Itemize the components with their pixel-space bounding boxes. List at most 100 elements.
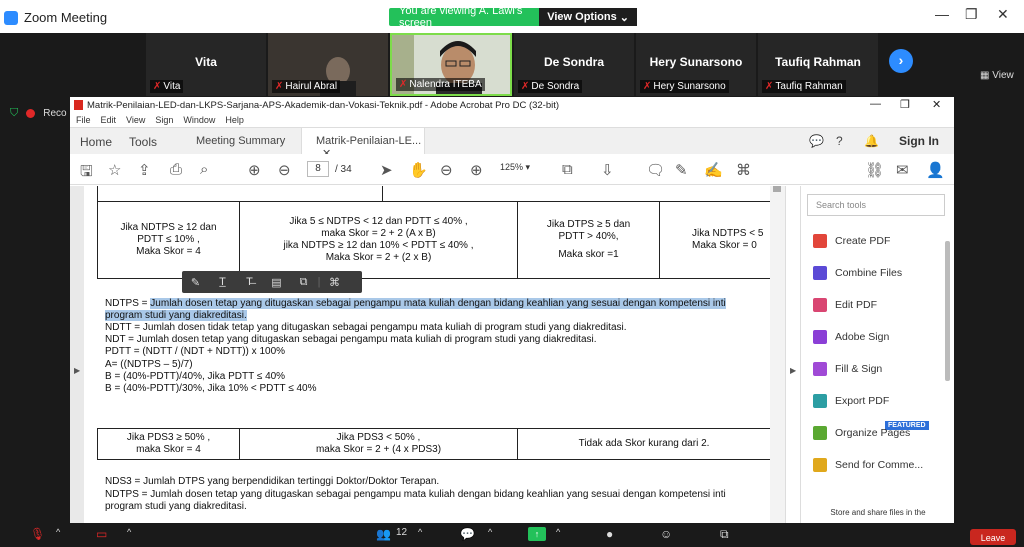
tool-edit-pdf[interactable]: Edit PDF	[813, 298, 877, 312]
close-icon[interactable]: ✕	[932, 98, 941, 111]
video-tile[interactable]: De Sondra ✗ De Sondra	[514, 33, 634, 96]
chevron-up-icon[interactable]: ^	[56, 527, 60, 537]
caret-right-icon: ▶	[790, 366, 797, 375]
menu-view[interactable]: View	[126, 115, 145, 125]
record-button-icon[interactable]: ●	[606, 527, 613, 541]
fit-page-icon[interactable]: ⧉	[562, 161, 573, 178]
scroll-mode-icon[interactable]: ⇩	[601, 161, 614, 179]
chevron-down-icon: ▾	[525, 162, 531, 172]
video-tile[interactable]: Hery Sunarsono ✗ Hery Sunarsono	[636, 33, 756, 96]
copy-icon[interactable]: ⧉	[290, 276, 317, 289]
mail-icon[interactable]: ✉	[896, 161, 909, 179]
menu-edit[interactable]: Edit	[101, 115, 117, 125]
more-tools-icon[interactable]: ⌘	[321, 276, 348, 289]
chevron-up-icon[interactable]: ^	[488, 527, 492, 537]
tool-fill-sign[interactable]: Fill & Sign	[813, 362, 882, 376]
print-icon[interactable]: ⎙	[170, 161, 182, 178]
page-down-icon[interactable]: ⊖	[278, 161, 291, 179]
zoom-search-icon[interactable]: ⌕	[200, 161, 208, 178]
page-up-icon[interactable]: ⊕	[248, 161, 261, 179]
replace-text-icon[interactable]: ▤	[263, 276, 290, 289]
sign-pen-icon[interactable]: ✍	[704, 161, 723, 179]
share-screen-button[interactable]: ↑	[528, 527, 546, 541]
scrollbar-thumb[interactable]	[773, 186, 781, 192]
view-options-button[interactable]: View Options ⌄	[539, 8, 637, 26]
link-icon[interactable]: ⛓	[865, 161, 884, 179]
table-cell: Jika PDS3 < 50% , maka Skor = 2 + (4 x P…	[239, 428, 518, 460]
add-user-icon[interactable]: 👤	[926, 161, 945, 179]
participant-label: ✗ Vita	[150, 80, 184, 93]
left-panel-toggle[interactable]: ▶	[70, 186, 84, 523]
tool-export-pdf[interactable]: Export PDF	[813, 394, 889, 408]
menu-help[interactable]: Help	[225, 115, 244, 125]
apps-icon[interactable]: ⧉	[720, 527, 729, 542]
document-scrollbar[interactable]	[770, 186, 785, 523]
chat-icon[interactable]: 💬	[460, 527, 475, 541]
video-tile[interactable]: Taufiq Rahman ✗ Taufiq Rahman	[758, 33, 878, 96]
tool-organize-pages[interactable]: Organize Pages	[813, 426, 910, 440]
select-cursor-icon[interactable]: ➤	[380, 161, 393, 179]
hand-tool-icon[interactable]: ✋	[409, 161, 428, 179]
reactions-icon[interactable]: ☺	[660, 527, 672, 541]
leave-button[interactable]: Leave	[970, 529, 1016, 545]
menu-file[interactable]: File	[76, 115, 91, 125]
tab-home[interactable]: Home	[80, 135, 112, 149]
view-button[interactable]: ▦ View	[980, 70, 1014, 81]
restore-icon[interactable]: ❐	[900, 98, 910, 111]
minimize-icon[interactable]: —	[870, 98, 881, 110]
highlight-pen-icon[interactable]: ✎	[182, 276, 209, 289]
zoom-out-icon[interactable]: ⊖	[440, 161, 453, 179]
mic-muted-icon: ✗	[153, 81, 162, 92]
search-tools-input[interactable]: Search tools	[807, 194, 945, 216]
tool-send-for-comments[interactable]: Send for Comme...	[813, 458, 923, 472]
text-underline-icon[interactable]: T̲	[209, 276, 236, 288]
video-tile[interactable]: Vita ✗ Vita	[146, 33, 266, 96]
video-off-icon[interactable]: ▭	[96, 527, 107, 541]
stamp-tag-icon[interactable]: ⌘	[736, 161, 751, 179]
selected-text[interactable]: program studi yang diakreditasi.	[105, 310, 247, 321]
restore-icon[interactable]: ❐	[965, 6, 978, 23]
cell-line: Jika DTPS ≥ 5 dan	[546, 219, 631, 230]
paragraph-line: program studi yang diakreditasi.	[105, 310, 247, 322]
participants-icon[interactable]: 👥	[376, 527, 391, 541]
tool-adobe-sign[interactable]: Adobe Sign	[813, 330, 889, 344]
right-panel-toggle[interactable]: ▶	[785, 186, 800, 523]
close-icon[interactable]: ✕	[997, 6, 1009, 23]
zoom-in-icon[interactable]: ⊕	[470, 161, 483, 179]
gallery-next-button[interactable]: ›	[889, 49, 913, 73]
text-strikethrough-icon[interactable]: T̶	[236, 276, 263, 288]
video-tile-active-speaker[interactable]: ✗ Nalendra ITEBA	[390, 33, 512, 96]
cell-line: PDTT > 40%,	[558, 231, 619, 242]
zoom-level-select[interactable]: 125% ▾	[500, 162, 530, 173]
mic-muted-icon[interactable]: 🎙	[30, 527, 45, 541]
document-viewport[interactable]: ▶ Jika NDTPS ≥ 12 dan PDTT ≤ 10% , Maka …	[70, 186, 785, 523]
video-tile[interactable]: ✗ Hairul Abral	[268, 33, 388, 96]
tab-active-document[interactable]: Matrik-Penilaian-LE... ✕	[301, 128, 425, 160]
paragraph-line: PDTT = (NDTT / (NDT + NDTT)) x 100%	[105, 346, 286, 357]
tool-combine-files[interactable]: Combine Files	[813, 266, 902, 280]
tab-tools[interactable]: Tools	[129, 135, 157, 149]
menu-sign[interactable]: Sign	[155, 115, 173, 125]
minimize-icon[interactable]: —	[935, 6, 949, 22]
chevron-up-icon[interactable]: ^	[556, 527, 560, 537]
bell-icon[interactable]: 🔔	[864, 134, 879, 148]
sign-in-button[interactable]: Sign In	[899, 134, 939, 148]
comment-icon[interactable]: 💬	[809, 134, 824, 148]
highlight-pen-icon[interactable]: ✎	[675, 161, 688, 179]
chevron-up-icon[interactable]: ^	[127, 527, 131, 537]
page-number-input[interactable]: 8	[307, 161, 329, 177]
chevron-up-icon[interactable]: ^	[418, 527, 422, 537]
acrobat-toolbar: 🖫 ☆ ⇪ ⎙ ⌕ ⊕ ⊖ 8 / 34 ➤ ✋ ⊖ ⊕ 125% ▾ ⧉ ⇩ …	[70, 154, 954, 185]
upload-cloud-icon[interactable]: ⇪	[138, 161, 151, 179]
star-icon[interactable]: ☆	[108, 161, 121, 179]
tools-panel-scrollbar[interactable]	[945, 241, 950, 381]
tab-meeting-summary[interactable]: Meeting Summary	[196, 135, 285, 147]
paragraph-line: NDTPS = Jumlah dosen tetap yang ditugask…	[105, 298, 726, 310]
menu-window[interactable]: Window	[183, 115, 215, 125]
table-cell: Jika PDS3 ≥ 50% , maka Skor = 4	[97, 428, 240, 460]
selected-text[interactable]: Jumlah dosen tetap yang ditugaskan sebag…	[150, 298, 726, 309]
tool-create-pdf[interactable]: Create PDF	[813, 234, 890, 248]
save-icon[interactable]: 🖫	[80, 161, 93, 186]
comment-tool-icon[interactable]: 🗨	[646, 161, 665, 179]
help-icon[interactable]: ?	[836, 134, 843, 148]
